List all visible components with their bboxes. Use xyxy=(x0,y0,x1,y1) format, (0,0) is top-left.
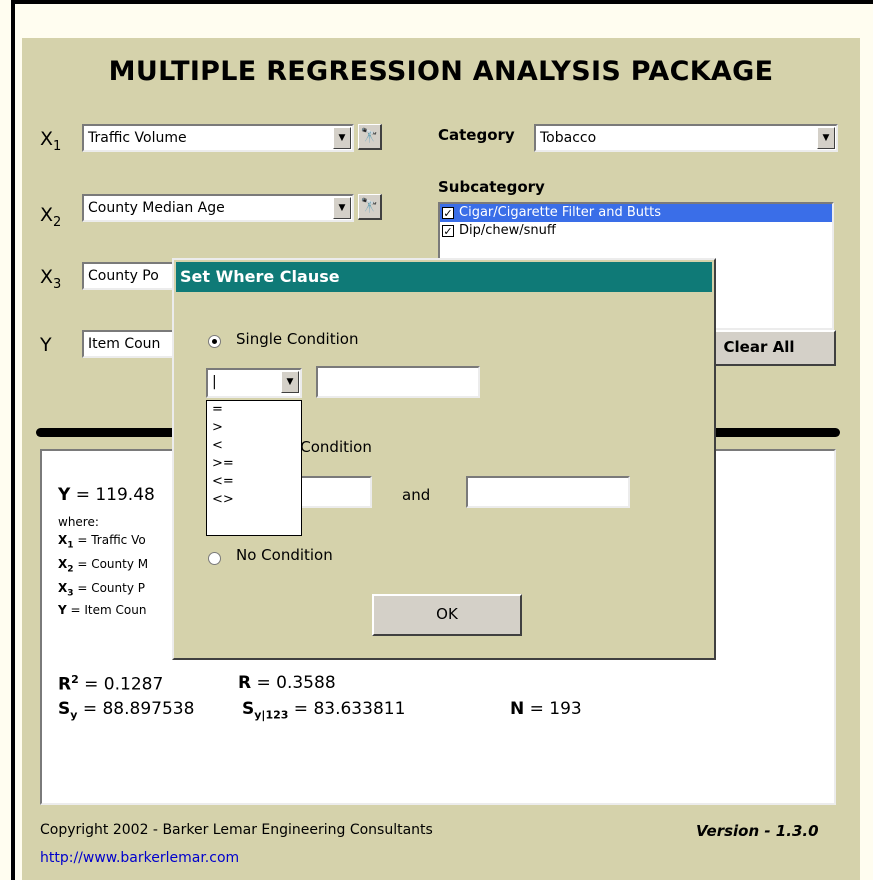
chevron-down-icon[interactable]: ▼ xyxy=(817,127,835,149)
r-squared: R2 = 0.1287 xyxy=(58,673,164,695)
checkbox-checked[interactable]: ✓ xyxy=(442,207,454,220)
single-value-input[interactable] xyxy=(316,366,480,398)
category-select[interactable]: Tobacco ▼ xyxy=(534,124,838,152)
operator-option[interactable]: >= xyxy=(207,455,301,473)
operator-option[interactable]: <> xyxy=(207,491,301,509)
dialog-title: Set Where Clause xyxy=(176,262,712,292)
def-x2: X2 = County M xyxy=(58,557,149,575)
ok-button[interactable]: OK xyxy=(372,594,522,636)
operator-dropdown[interactable]: = > < >= <= <> xyxy=(206,400,302,536)
category-label: Category xyxy=(438,126,515,144)
regression-equation: Y = 119.48 xyxy=(58,485,155,505)
no-condition-radio[interactable] xyxy=(208,552,221,565)
website-link[interactable]: http://www.barkerlemar.com xyxy=(40,850,239,866)
where-label: where: xyxy=(58,515,99,529)
chevron-down-icon[interactable]: ▼ xyxy=(281,371,299,393)
operator-select[interactable]: | ▼ xyxy=(206,368,302,398)
def-x1: X1 = Traffic Vo xyxy=(58,533,146,551)
x1-label: X1 xyxy=(40,128,62,154)
page-title: MULTIPLE REGRESSION ANALYSIS PACKAGE xyxy=(108,56,774,87)
y-label: Y xyxy=(40,334,52,356)
operator-select-value: | xyxy=(212,374,217,390)
sy123-value: Sy|123 = 83.633811 xyxy=(242,699,406,722)
subcategory-label: Subcategory xyxy=(438,178,545,196)
binoculars-icon[interactable]: 🔭 xyxy=(358,124,382,150)
between-high-input[interactable] xyxy=(466,476,630,508)
list-item[interactable]: ✓ Dip/chew/snuff xyxy=(440,222,832,240)
list-item[interactable]: ✓ Cigar/Cigarette Filter and Butts xyxy=(440,204,832,222)
single-condition-radio[interactable] xyxy=(208,335,221,348)
x1-select[interactable]: Traffic Volume ▼ xyxy=(82,124,354,152)
def-x3: X3 = County P xyxy=(58,581,146,599)
operator-option[interactable]: < xyxy=(207,437,301,455)
x3-select-value: County Po xyxy=(88,268,159,284)
x3-label: X3 xyxy=(40,266,62,292)
copyright-text: Copyright 2002 - Barker Lemar Engineerin… xyxy=(40,822,433,838)
version-text: Version - 1.3.0 xyxy=(696,822,819,840)
single-condition-label: Single Condition xyxy=(236,330,359,348)
operator-option[interactable]: = xyxy=(207,401,301,419)
binoculars-icon[interactable]: 🔭 xyxy=(358,194,382,220)
x2-label: X2 xyxy=(40,204,62,230)
sy-value: Sy = 88.897538 xyxy=(58,699,195,722)
chevron-down-icon[interactable]: ▼ xyxy=(333,127,351,149)
x2-select-value: County Median Age xyxy=(88,200,225,216)
operator-option[interactable]: > xyxy=(207,419,301,437)
operator-option[interactable]: <= xyxy=(207,473,301,491)
x1-select-value: Traffic Volume xyxy=(88,130,187,146)
checkbox-checked[interactable]: ✓ xyxy=(442,225,454,238)
no-condition-label: No Condition xyxy=(236,546,333,564)
and-label: and xyxy=(402,486,431,504)
def-y: Y = Item Coun xyxy=(58,603,147,617)
x2-select[interactable]: County Median Age ▼ xyxy=(82,194,354,222)
category-select-value: Tobacco xyxy=(540,130,597,146)
y-select-value: Item Coun xyxy=(88,336,161,352)
n-value: N = 193 xyxy=(510,699,582,719)
chevron-down-icon[interactable]: ▼ xyxy=(333,197,351,219)
r-value: R = 0.3588 xyxy=(238,673,336,693)
